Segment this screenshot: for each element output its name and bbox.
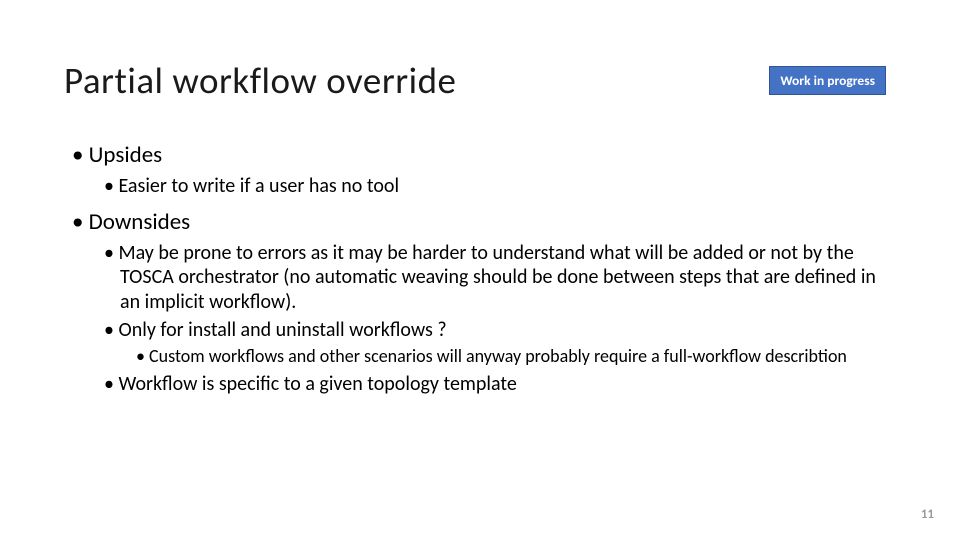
status-badge: Work in progress: [769, 66, 886, 95]
slide-header: Partial workflow override Work in progre…: [0, 0, 960, 103]
upsides-item: Easier to write if a user has no tool: [72, 174, 888, 198]
upsides-heading: Upsides: [72, 141, 888, 170]
downsides-subitem: Custom workflows and other scenarios wil…: [72, 346, 888, 368]
downsides-heading: Downsides: [72, 208, 888, 237]
downsides-item: May be prone to errors as it may be hard…: [72, 241, 888, 314]
slide-title: Partial workflow override: [64, 58, 456, 103]
slide-content: Upsides Easier to write if a user has no…: [0, 103, 960, 397]
downsides-item: Workflow is specific to a given topology…: [72, 372, 888, 396]
downsides-item: Only for install and uninstall workflows…: [72, 318, 888, 342]
page-number: 11: [921, 507, 934, 522]
